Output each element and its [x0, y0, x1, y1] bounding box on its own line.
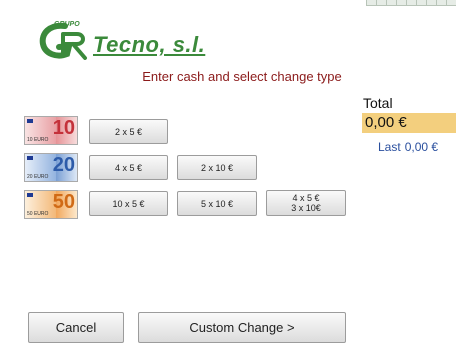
banknote-20-value: 20: [52, 154, 75, 176]
logo-brand-text: Tecno, s.l.: [93, 32, 206, 57]
banknote-50-value: 50: [52, 191, 75, 213]
last-amount: 0,00 €: [404, 140, 439, 154]
last-label: Last: [378, 140, 401, 154]
custom-change-button[interactable]: Custom Change >: [138, 312, 346, 343]
change-20-4x5-button[interactable]: 4 x 5 €: [89, 155, 168, 180]
mixed-line-2: 3 x 10€: [291, 203, 321, 213]
change-50-10x5-button[interactable]: 10 x 5 €: [89, 191, 168, 216]
total-amount: 0,00 €: [362, 113, 456, 133]
banknote-20-caption: 20 EURO: [27, 174, 49, 180]
banknote-50-image: 50 50 EURO: [24, 190, 78, 219]
change-20-2x10-button[interactable]: 2 x 10 €: [177, 155, 257, 180]
logo-grupo-text: GRUPO: [54, 21, 80, 28]
banknote-20-image: 20 20 EURO: [24, 153, 78, 182]
instruction-label: Enter cash and select change type: [142, 69, 342, 84]
instruction-text: Enter cash and select change type: [0, 69, 456, 84]
banknote-10-image: 10 10 EURO: [24, 116, 78, 145]
banknote-50-caption: 50 EURO: [27, 211, 49, 217]
change-10-2x5-button[interactable]: 2 x 5 €: [89, 119, 168, 144]
last-transaction: Last 0,00 €: [378, 140, 438, 154]
banknote-10-value: 10: [52, 117, 75, 139]
change-50-5x10-button[interactable]: 5 x 10 €: [177, 191, 257, 216]
cancel-button[interactable]: Cancel: [28, 312, 124, 343]
window-edge-strip: [366, 0, 456, 6]
total-label: Total: [363, 95, 393, 111]
mixed-line-1: 4 x 5 €: [292, 193, 320, 203]
banknote-10-caption: 10 EURO: [27, 137, 49, 143]
company-logo: GRUPO Tecno, s.l.: [35, 20, 205, 60]
change-50-mixed-button[interactable]: 4 x 5 € 3 x 10€: [266, 190, 346, 216]
